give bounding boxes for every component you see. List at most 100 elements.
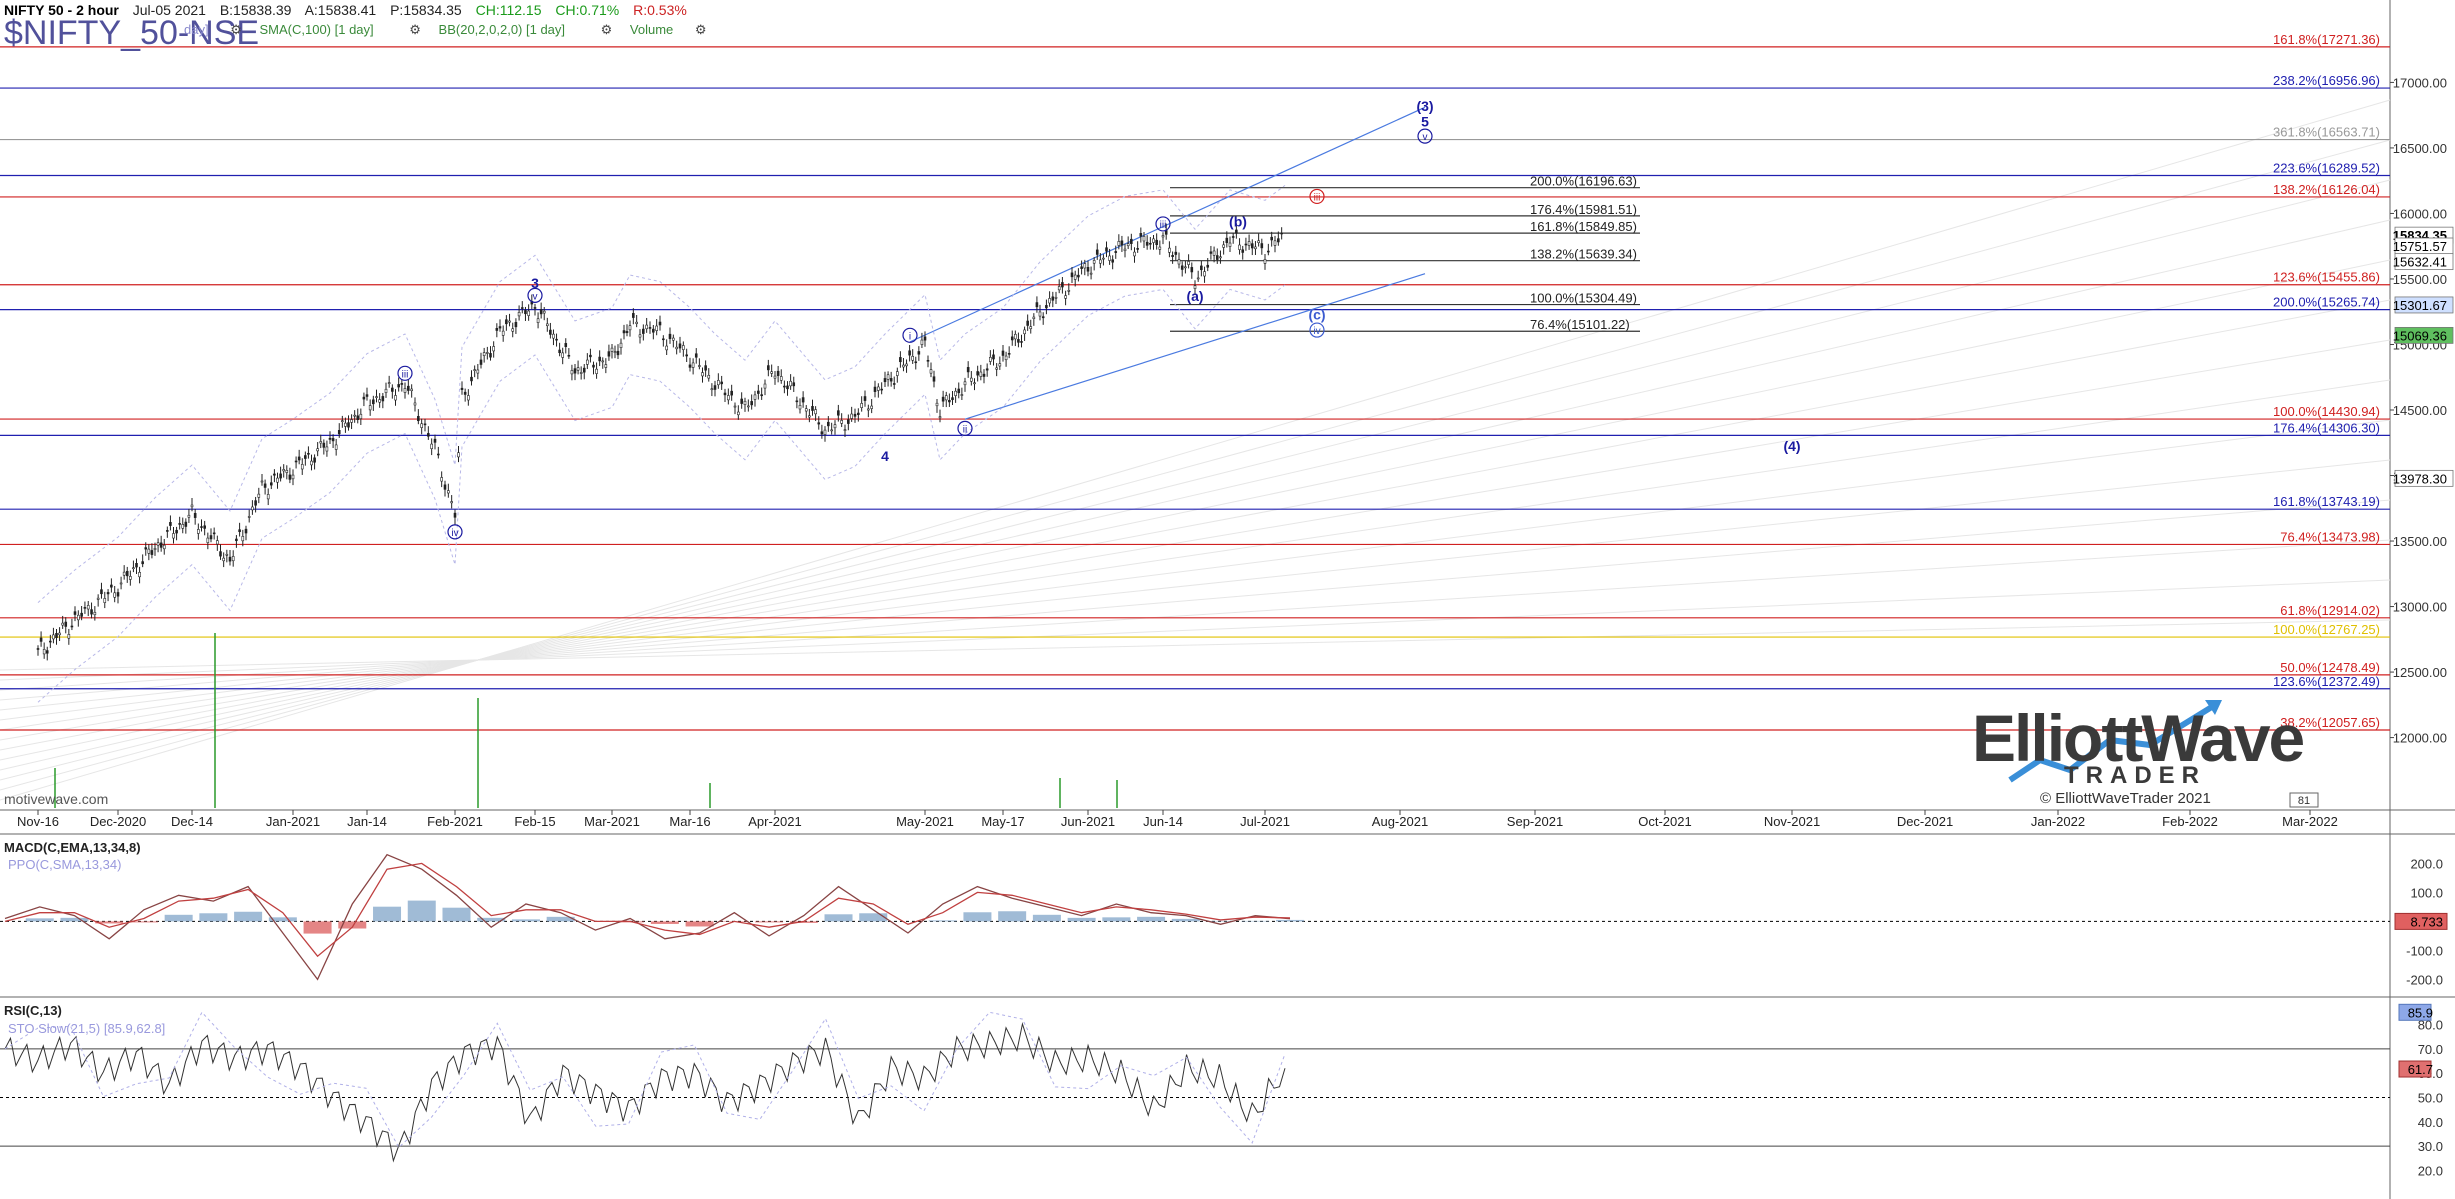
candle-body (966, 367, 970, 373)
candle-body (508, 320, 511, 323)
trend-channel-upper (909, 106, 1426, 343)
candle-body (1108, 255, 1111, 261)
candle-body (1080, 266, 1083, 269)
candle-body (995, 367, 998, 370)
candle-body (241, 536, 245, 542)
candle-body (453, 512, 457, 518)
candle-body (1073, 274, 1077, 280)
candle-body (850, 413, 853, 419)
candle-body (586, 359, 589, 365)
macd-y-tick: 200.0 (2410, 856, 2443, 871)
candle-body (460, 387, 464, 390)
candle-body (740, 398, 743, 404)
candle-body (36, 648, 40, 650)
macd-histogram-bar (1032, 914, 1061, 922)
candle-body (372, 399, 375, 405)
price-chart[interactable]: 161.8%(17271.36) 238.2%(16956.96) 361.8%(1… (0, 0, 2455, 1199)
candle-body (1152, 238, 1155, 243)
candle-body (144, 547, 148, 550)
candle-body (655, 325, 658, 331)
candle-body (1273, 240, 1277, 246)
candle-body (632, 313, 635, 318)
indicator-sma[interactable]: ⚙ SMA(C,100) [1 day] (226, 22, 387, 37)
candle-body (1041, 316, 1045, 319)
gear-icon[interactable]: ⚙ (230, 22, 242, 37)
candle-body (96, 597, 100, 600)
candle-body (951, 397, 954, 401)
candle-body (244, 528, 248, 534)
candle-body (1007, 353, 1011, 355)
candle-body (767, 365, 770, 371)
candle-body (443, 484, 447, 490)
candle-body (1161, 235, 1165, 238)
diagonal-guide (0, 579, 2391, 681)
candle-body (963, 381, 967, 386)
candle-body (814, 409, 817, 415)
candle-body (206, 537, 210, 543)
candle-body (601, 360, 605, 363)
candle-body (773, 375, 777, 379)
candle-body (1064, 295, 1067, 299)
candle-body (1067, 290, 1071, 292)
candle-body (1142, 236, 1146, 242)
x-tick-label: May-2021 (896, 814, 954, 829)
candle-body (125, 570, 129, 577)
wave-label: ii (963, 424, 967, 435)
candle-body (341, 420, 344, 422)
candle-body (923, 336, 927, 341)
candle-body (73, 611, 77, 615)
candle-body (269, 482, 273, 486)
candle-body (1035, 302, 1039, 308)
fib-level-label: 138.2%(16126.04) (2273, 182, 2380, 197)
macd-histogram-bar (303, 921, 332, 934)
fib-level-label: 223.6%(16289.52) (2273, 161, 2380, 176)
candle-body (86, 605, 90, 610)
candle-body (263, 483, 267, 488)
candle-body (567, 354, 571, 357)
candle-body (917, 351, 921, 355)
candle-body (1077, 274, 1080, 278)
candle-body (359, 413, 363, 419)
candle-body (779, 376, 783, 381)
diagonal-guide (0, 379, 2391, 731)
gear-icon[interactable]: ⚙ (409, 22, 421, 37)
wave-label: iv (1313, 326, 1320, 337)
wave-label: iii (402, 369, 409, 380)
candle-body (717, 380, 720, 386)
candle-body (823, 429, 827, 435)
candle-body (694, 353, 698, 358)
candle-body (344, 422, 347, 427)
candle-body (387, 382, 391, 384)
candle-body (867, 408, 870, 411)
candle-body (297, 456, 301, 461)
indicator-volume[interactable]: ⚙ Volume ⚙ (597, 22, 721, 37)
wave-label: (4) (1783, 438, 1800, 454)
rsi-y-tick: 50.0 (2418, 1091, 2443, 1106)
x-tick-label: Jan-14 (347, 814, 387, 829)
fib-level-label: 61.8%(12914.02) (2280, 603, 2380, 618)
candle-body (941, 396, 945, 402)
candle-body (665, 345, 668, 351)
candle-body (604, 364, 608, 368)
indicator-bb[interactable]: ⚙ BB(20,2,0,2,0) [1 day] (405, 22, 579, 37)
candle-body (197, 529, 200, 534)
candle-body (334, 444, 338, 450)
macd-histogram-bar (25, 918, 54, 922)
candle-body (61, 622, 64, 626)
x-tick-label: Jun-2021 (1061, 814, 1115, 829)
candle-body (353, 414, 356, 417)
candle-body (153, 548, 157, 550)
candle-body (403, 388, 407, 393)
candle-body (707, 375, 711, 379)
candle-body (616, 350, 620, 356)
candle-body (570, 370, 574, 375)
gear-icon[interactable]: ⚙ (695, 22, 707, 37)
candle-body (1070, 272, 1074, 278)
candle-body (830, 429, 833, 432)
gear-icon[interactable]: ⚙ (601, 22, 613, 37)
candle-body (1020, 341, 1023, 343)
candle-body (356, 415, 360, 420)
y-tick-label: 13500.00 (2393, 534, 2447, 549)
candle-body (628, 325, 632, 331)
diagonal-guide (0, 299, 2391, 751)
